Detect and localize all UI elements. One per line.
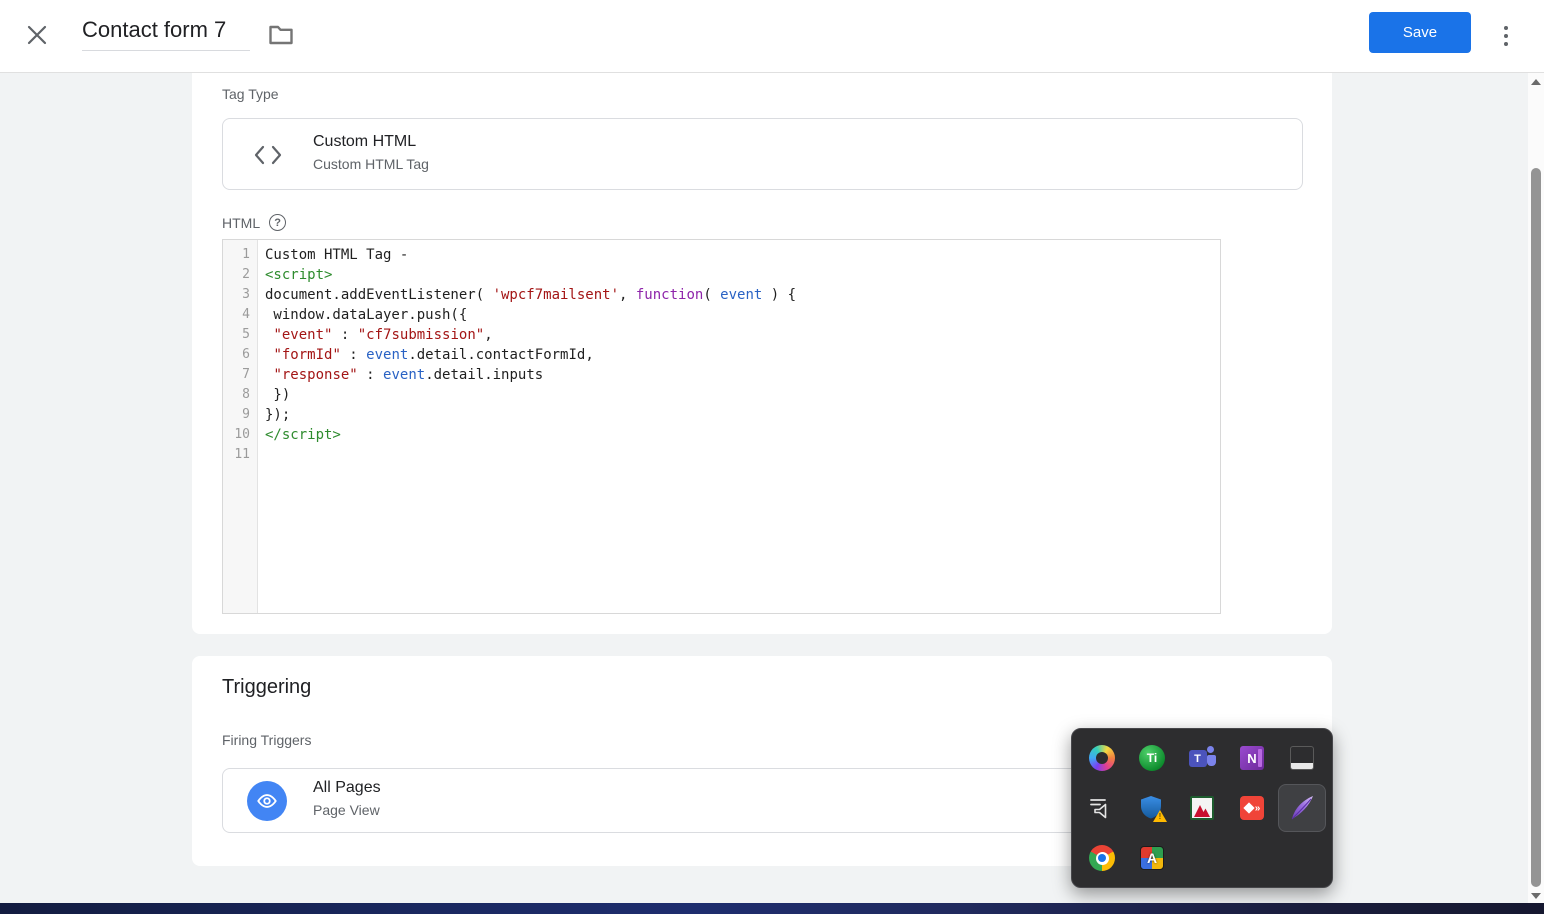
window-grid-app-icon[interactable] <box>1277 733 1327 783</box>
code-line: Custom HTML Tag - <box>265 245 1220 265</box>
tag-name-input[interactable]: Contact form 7 <box>82 17 250 51</box>
code-line: "response" : event.detail.inputs <box>265 365 1220 385</box>
folder-button[interactable] <box>268 24 296 48</box>
close-icon <box>24 22 50 48</box>
tag-type-label: Tag Type <box>222 86 279 102</box>
code-line: }) <box>265 385 1220 405</box>
copilot-icon[interactable] <box>1077 733 1127 783</box>
ms-teams-icon[interactable]: T <box>1177 733 1227 783</box>
scroll-up-arrow-icon[interactable] <box>1531 79 1541 85</box>
firing-triggers-label: Firing Triggers <box>222 732 311 748</box>
trigger-type: Page View <box>313 802 380 818</box>
help-icon[interactable]: ? <box>269 214 286 231</box>
code-editor[interactable]: 1234567891011 Custom HTML Tag -<script>d… <box>222 239 1221 614</box>
red-mountain-app-icon[interactable] <box>1177 783 1227 833</box>
onenote-icon[interactable]: N <box>1227 733 1277 783</box>
a-quadrant-app-icon[interactable]: A <box>1127 833 1177 883</box>
code-area[interactable]: Custom HTML Tag -<script>document.addEve… <box>258 240 1220 613</box>
save-button[interactable]: Save <box>1369 12 1471 53</box>
code-line: window.dataLayer.push({ <box>265 305 1220 325</box>
triggering-heading: Triggering <box>222 676 311 699</box>
code-line <box>265 445 1220 465</box>
header: Contact form 7 Save <box>0 0 1544 73</box>
kebab-menu-icon[interactable] <box>1497 21 1515 51</box>
html-label: HTML <box>222 215 260 231</box>
code-line: <script> <box>265 265 1220 285</box>
trigger-name: All Pages <box>313 779 381 797</box>
chrome-icon[interactable] <box>1077 833 1127 883</box>
taskbar-edge <box>0 903 1544 914</box>
scrollbar[interactable] <box>1528 73 1544 903</box>
announcement-icon[interactable] <box>1077 783 1127 833</box>
code-line: }); <box>265 405 1220 425</box>
scroll-down-arrow-icon[interactable] <box>1531 893 1541 899</box>
code-line: </script> <box>265 425 1220 445</box>
tag-type-selector[interactable]: Custom HTML Custom HTML Tag <box>222 118 1303 190</box>
hovered-app-cell <box>1278 784 1326 832</box>
tag-type-description: Custom HTML Tag <box>313 156 429 172</box>
eye-icon <box>256 790 278 812</box>
code-line: document.addEventListener( 'wpcf7mailsen… <box>265 285 1220 305</box>
code-line: "formId" : event.detail.contactFormId, <box>265 345 1220 365</box>
purple-feather-app-icon[interactable] <box>1277 783 1327 833</box>
code-brackets-icon <box>253 143 283 167</box>
windows-security-warning-icon[interactable]: ! <box>1127 783 1177 833</box>
red-diamond-app-icon[interactable]: » <box>1227 783 1277 833</box>
ti-green-app-icon[interactable]: Ti <box>1127 733 1177 783</box>
taskbar-overflow-popup: Ti T N ! » <box>1071 728 1333 888</box>
tag-type-name: Custom HTML <box>313 133 416 151</box>
code-line: "event" : "cf7submission", <box>265 325 1220 345</box>
close-button[interactable] <box>24 22 50 48</box>
html-field-label-row: HTML ? <box>222 214 286 231</box>
trigger-badge <box>247 781 287 821</box>
gutter: 1234567891011 <box>223 240 258 613</box>
scrollbar-thumb[interactable] <box>1531 168 1541 887</box>
folder-icon <box>268 24 294 46</box>
tag-config-card: Tag Type Custom HTML Custom HTML Tag HTM… <box>192 73 1332 634</box>
